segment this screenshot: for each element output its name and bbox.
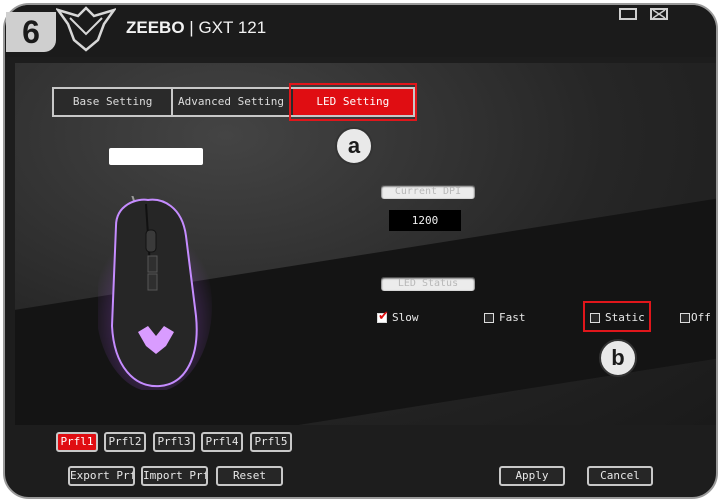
profile-button-2[interactable]: Prfl2 [104, 432, 146, 452]
callout-a: a [335, 127, 373, 165]
static-option-highlight [583, 301, 651, 332]
led-tab-highlight [289, 83, 417, 121]
brand-name: ZEEBO [126, 18, 185, 37]
mouse-image [98, 196, 212, 390]
current-dpi-value: 1200 [389, 210, 461, 231]
step-number-badge: 6 [6, 12, 56, 52]
cancel-button[interactable]: Cancel [587, 466, 653, 486]
tab-advanced-setting[interactable]: Advanced Setting [173, 89, 291, 115]
callout-b: b [599, 339, 637, 377]
title-separator: | [189, 18, 194, 37]
app-title: ZEEBO | GXT 121 [126, 18, 266, 38]
off-checkbox[interactable] [680, 312, 690, 323]
profile-button-3[interactable]: Prfl3 [153, 432, 195, 452]
reset-button[interactable]: Reset [216, 466, 283, 486]
led-option-slow[interactable]: Slow [377, 309, 419, 324]
close-button[interactable] [650, 8, 668, 20]
profile-button-5[interactable]: Prfl5 [250, 432, 292, 452]
model-name: GXT 121 [198, 18, 267, 37]
slow-label: Slow [392, 311, 419, 324]
slow-checkbox[interactable] [377, 309, 389, 324]
export-profile-button[interactable]: Export Prfl [68, 466, 135, 486]
tab-base-setting[interactable]: Base Setting [54, 89, 174, 115]
profile-button-4[interactable]: Prfl4 [201, 432, 243, 452]
profile-name-field[interactable] [109, 148, 203, 165]
led-status-label: LED Status [381, 277, 475, 291]
led-option-fast[interactable]: Fast [484, 311, 526, 324]
close-icon [652, 10, 666, 18]
gxt-logo-icon [56, 6, 116, 52]
apply-button[interactable]: Apply [499, 466, 565, 486]
profile-button-1[interactable]: Prfl1 [56, 432, 98, 452]
fast-label: Fast [499, 311, 526, 324]
led-option-off[interactable]: Off [680, 311, 711, 324]
import-profile-button[interactable]: Import Prfl [141, 466, 208, 486]
minimize-button[interactable] [619, 8, 637, 20]
current-dpi-label: Current DPI [381, 185, 475, 199]
off-label: Off [691, 311, 711, 324]
fast-checkbox[interactable] [484, 312, 494, 323]
